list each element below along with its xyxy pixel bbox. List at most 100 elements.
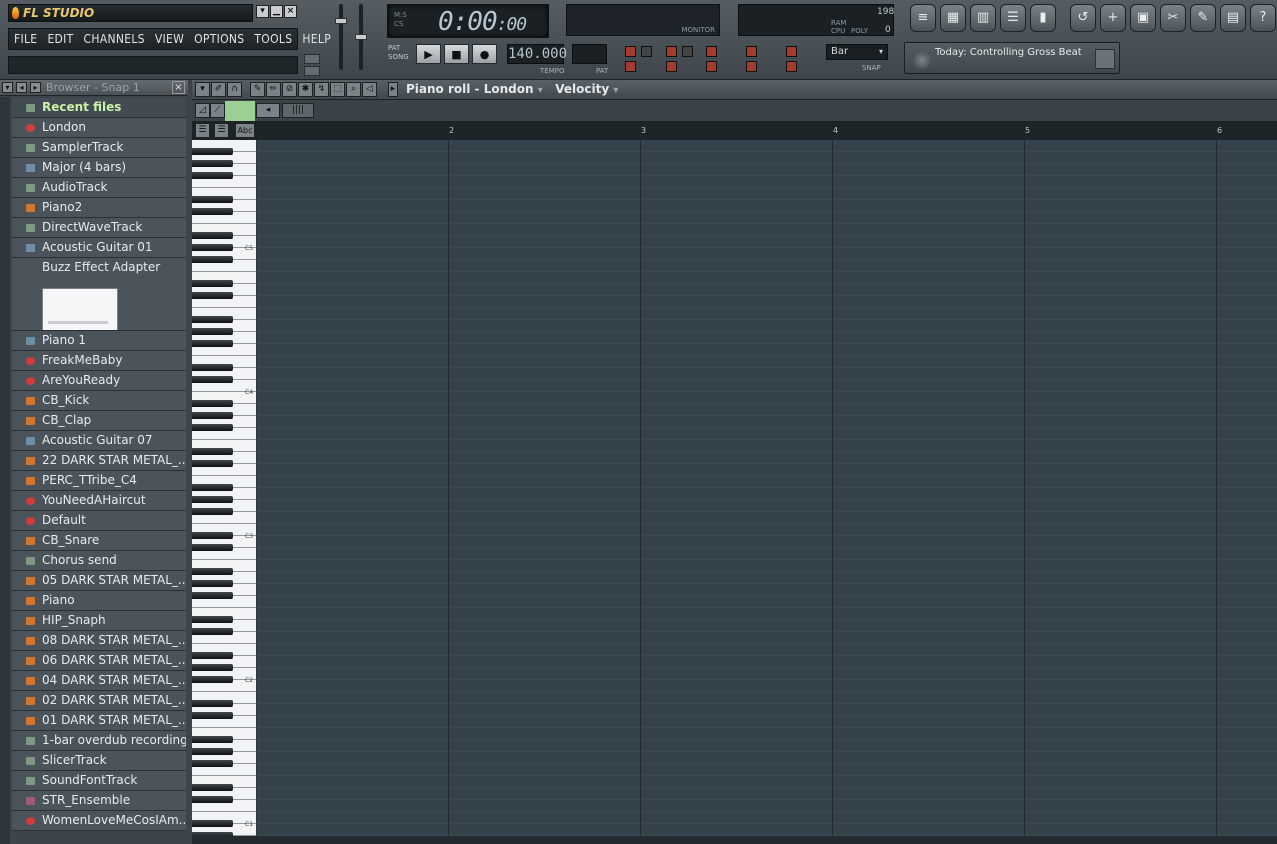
draw-mode-icon[interactable]: ◿ — [195, 103, 210, 118]
black-key[interactable] — [192, 676, 233, 683]
black-key[interactable] — [192, 292, 233, 299]
black-key[interactable] — [192, 820, 233, 827]
pat-song-switch[interactable]: PAT SONG — [388, 44, 409, 62]
magnet-icon[interactable]: ∩ — [227, 82, 242, 97]
save-new-icon[interactable]: + — [1100, 4, 1126, 32]
browser-scrollbar[interactable] — [0, 97, 10, 844]
black-key[interactable] — [192, 736, 233, 743]
menu-tools[interactable]: TOOLS — [249, 32, 297, 46]
typing-keyboard-icon[interactable] — [641, 46, 652, 57]
black-key[interactable] — [192, 532, 233, 539]
zoom-tool-icon[interactable]: ⌕ — [346, 82, 361, 97]
black-key[interactable] — [192, 580, 233, 587]
browser-item[interactable]: Major (4 bars) — [12, 158, 186, 178]
browser-icon[interactable]: ☰ — [1000, 4, 1026, 32]
browser-item[interactable]: DirectWaveTrack — [12, 218, 186, 238]
menu-view[interactable]: VIEW — [150, 32, 189, 46]
play-button[interactable]: ▶ — [416, 44, 441, 64]
black-key[interactable] — [192, 568, 233, 575]
recording-toggle[interactable] — [625, 61, 636, 72]
black-key[interactable] — [192, 484, 233, 491]
browser-item[interactable]: 22 DARK STAR METAL_... — [12, 451, 186, 471]
mixer-icon[interactable]: ▮ — [1030, 4, 1056, 32]
menu-file[interactable]: FILE — [9, 32, 42, 46]
save-icon[interactable]: ▣ — [1130, 4, 1156, 32]
menu-channels[interactable]: CHANNELS — [79, 32, 150, 46]
countdown-icon[interactable] — [682, 46, 693, 57]
paint-tool-icon[interactable]: ✏ — [266, 82, 281, 97]
browser-menu-icon[interactable]: ▾ — [2, 82, 13, 93]
black-key[interactable] — [192, 148, 233, 155]
browser-item[interactable]: Default — [12, 511, 186, 531]
black-key[interactable] — [192, 424, 233, 431]
main-volume-slider[interactable] — [335, 4, 347, 70]
browser-item[interactable]: London — [12, 118, 186, 138]
browser-item[interactable]: Piano 1 — [12, 331, 186, 351]
black-key[interactable] — [192, 544, 233, 551]
browser-undock-icon[interactable]: ▸ — [30, 82, 41, 93]
metronome-toggle[interactable] — [625, 46, 636, 57]
step-edit-toggle[interactable] — [706, 46, 717, 57]
black-key[interactable] — [192, 508, 233, 515]
news-panel[interactable]: Today: Controlling Gross Beat — [904, 42, 1120, 74]
piano-roll-scrollbar[interactable] — [192, 836, 1277, 844]
scroll-left-button[interactable]: ◂ — [256, 103, 280, 118]
tempo-display[interactable]: 140.000 — [507, 44, 567, 64]
black-key[interactable] — [192, 460, 233, 467]
black-key[interactable] — [192, 256, 233, 263]
browser-item[interactable]: 05 DARK STAR METAL_... — [12, 571, 186, 591]
black-key[interactable] — [192, 412, 233, 419]
black-key[interactable] — [192, 616, 233, 623]
black-key[interactable] — [192, 232, 233, 239]
browser-snap-icon[interactable]: ◂ — [16, 82, 27, 93]
user-icon[interactable] — [1095, 49, 1115, 69]
browser-item[interactable]: PERC_TTribe_C4 — [12, 471, 186, 491]
black-key[interactable] — [192, 496, 233, 503]
black-key[interactable] — [192, 340, 233, 347]
black-key[interactable] — [192, 784, 233, 791]
countdown-toggle[interactable] — [666, 46, 677, 57]
undo-icon[interactable]: ↺ — [1070, 4, 1096, 32]
browser-item[interactable]: SoundFontTrack — [12, 771, 186, 791]
browser-item[interactable]: YouNeedAHaircut — [12, 491, 186, 511]
piano-roll-title[interactable]: Piano roll - London ▾ Velocity ▾ — [406, 82, 618, 96]
mute-tool-icon[interactable]: ✱ — [298, 82, 313, 97]
piano-roll-icon[interactable]: ▥ — [970, 4, 996, 32]
menu-help[interactable]: HELP — [297, 32, 336, 46]
playlist-icon[interactable]: ≡ — [910, 4, 936, 32]
browser-item[interactable]: Acoustic Guitar 01 — [12, 238, 186, 258]
browser-item[interactable]: CB_Clap — [12, 411, 186, 431]
pattern-display[interactable] — [572, 44, 607, 64]
black-key[interactable] — [192, 280, 233, 287]
multilink-toggle[interactable] — [786, 46, 797, 57]
close-button[interactable]: × — [284, 5, 297, 18]
browser-item[interactable]: Buzz Effect Adapter — [12, 258, 186, 331]
browser-item[interactable]: HIP_Snaph — [12, 611, 186, 631]
browser-item[interactable]: 06 DARK STAR METAL_... — [12, 651, 186, 671]
black-key[interactable] — [192, 208, 233, 215]
browser-item[interactable]: Piano2 — [12, 198, 186, 218]
black-key[interactable] — [192, 448, 233, 455]
step-sequencer-icon[interactable]: ▦ — [940, 4, 966, 32]
loop-record-toggle[interactable] — [746, 61, 757, 72]
tools-icon[interactable]: ✐ — [211, 82, 226, 97]
browser-item[interactable]: Chorus send — [12, 551, 186, 571]
black-key[interactable] — [192, 760, 233, 767]
controller-toggle[interactable] — [786, 61, 797, 72]
browser-item[interactable]: 04 DARK STAR METAL_... — [12, 671, 186, 691]
minimize-button[interactable]: ▁ — [270, 5, 283, 18]
black-key[interactable] — [192, 748, 233, 755]
browser-item[interactable]: CB_Kick — [12, 391, 186, 411]
speaker-tool-icon[interactable]: ◁ — [362, 82, 377, 97]
black-key[interactable] — [192, 712, 233, 719]
chord-view-icon[interactable]: ☰ — [214, 123, 229, 138]
browser-item[interactable]: 02 DARK STAR METAL_... — [12, 691, 186, 711]
browser-item[interactable]: CB_Snare — [12, 531, 186, 551]
line-mode-icon[interactable]: ⟋ — [210, 103, 225, 118]
browser-item[interactable]: SlicerTrack — [12, 751, 186, 771]
browser-item[interactable]: Acoustic Guitar 07 — [12, 431, 186, 451]
help-icon[interactable]: ? — [1250, 4, 1276, 32]
keyboard-view-icon[interactable]: ☰ — [195, 123, 210, 138]
black-key[interactable] — [192, 592, 233, 599]
note-grid[interactable] — [257, 140, 1277, 836]
